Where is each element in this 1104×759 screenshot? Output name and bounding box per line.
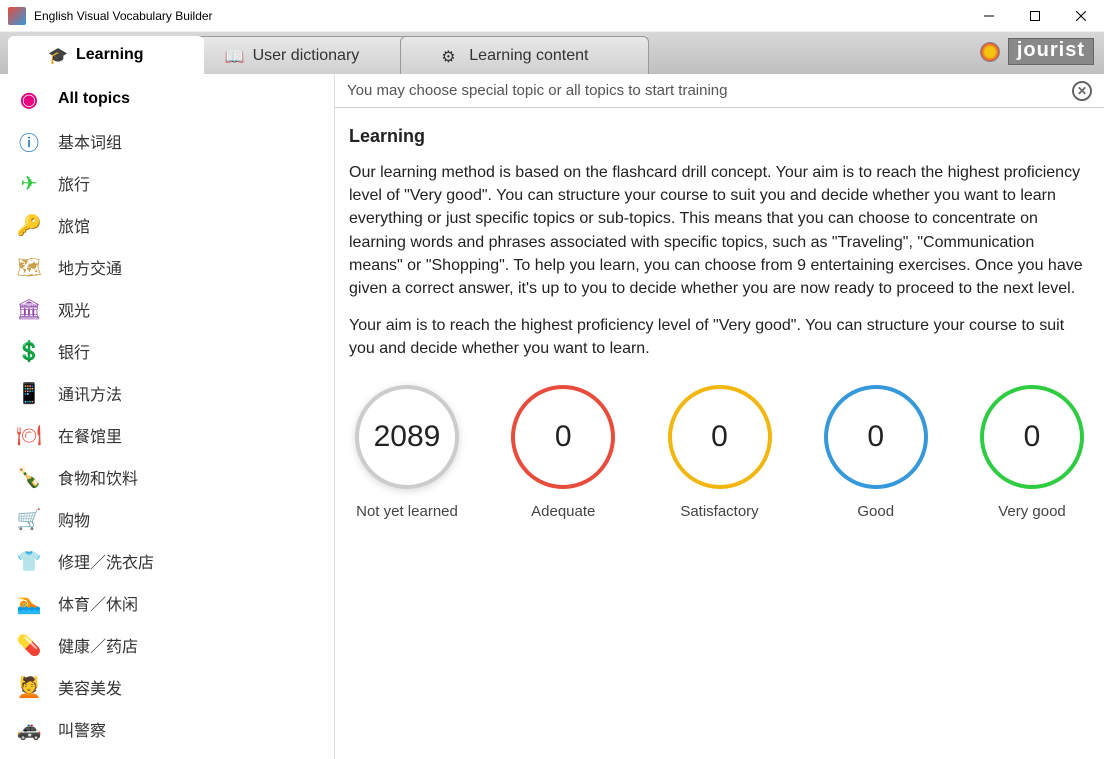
gear-icon: ⚙ [441,47,459,65]
stat-label: Satisfactory [680,503,758,520]
topic-icon: 🚓 [18,718,40,740]
sidebar-item-12[interactable]: 🏊 体育／休闲 [0,582,334,624]
topic-icon: 👕 [18,550,40,572]
window-title: English Visual Vocabulary Builder [34,9,966,23]
topic-icon: 🍽 [18,424,40,446]
app-icon [8,7,26,25]
stat-3: 0 Good [824,385,928,520]
notice-bar: You may choose special topic or all topi… [335,74,1104,108]
paragraph-1: Our learning method is based on the flas… [349,161,1090,300]
topic-icon: 🔑 [18,214,40,236]
sidebar-item-2[interactable]: ✈ 旅行 [0,162,334,204]
tab-learning[interactable]: 🎓 Learning [8,36,204,74]
sidebar-item-0[interactable]: ◉ All topics [0,78,334,120]
stat-circle: 0 [980,385,1084,489]
sidebar-item-label: 通讯方法 [58,381,122,405]
brand: jourist [980,38,1094,65]
close-button[interactable] [1058,0,1104,32]
topic-icon: ✈ [18,172,40,194]
stat-1: 0 Adequate [511,385,615,520]
topic-icon: 🛒 [18,508,40,530]
stat-circle: 0 [511,385,615,489]
topic-icon: 🍾 [18,466,40,488]
topic-icon: ⓘ [18,130,40,152]
page-heading: Learning [349,126,1090,147]
sidebar-item-label: 健康／药店 [58,633,138,657]
sidebar-item-label: 银行 [58,339,90,363]
sidebar-item-label: 在餐馆里 [58,423,122,447]
sidebar-item-1[interactable]: ⓘ 基本词组 [0,120,334,162]
content: ◉ All topics ⓘ 基本词组 ✈ 旅行 🔑 旅馆 🗺 地方交通 🏛 观光 💲 银行 📱 通讯方法 🍽 在… [0,74,1104,759]
stat-circle: 0 [668,385,772,489]
brand-name: jourist [1008,38,1094,65]
maximize-button[interactable] [1012,0,1058,32]
graduation-icon: 🎓 [48,46,66,64]
tab-label: Learning content [469,47,588,65]
stat-label: Not yet learned [356,503,458,520]
tab-content[interactable]: ⚙ Learning content [400,36,649,74]
sidebar-item-label: 旅行 [58,171,90,195]
sidebar-item-14[interactable]: 💆 美容美发 [0,666,334,708]
sidebar-item-label: 购物 [58,507,90,531]
stat-2: 0 Satisfactory [668,385,772,520]
tab-label: User dictionary [253,47,360,65]
notice-text: You may choose special topic or all topi… [347,82,1072,99]
sidebar-item-10[interactable]: 🛒 购物 [0,498,334,540]
sidebar-item-8[interactable]: 🍽 在餐馆里 [0,414,334,456]
stat-label: Very good [998,503,1066,520]
main: You may choose special topic or all topi… [335,74,1104,759]
stat-label: Good [857,503,894,520]
topic-icon: 🏊 [18,592,40,614]
tab-label: Learning [76,46,144,64]
sidebar-item-label: 地方交通 [58,255,122,279]
sidebar-item-label: 观光 [58,297,90,321]
sidebar-item-13[interactable]: 💊 健康／药店 [0,624,334,666]
sidebar-item-3[interactable]: 🔑 旅馆 [0,204,334,246]
stats-row: 2089 Not yet learned 0 Adequate 0 Satisfactor… [349,385,1090,520]
sidebar-item-label: 美容美发 [58,675,122,699]
sidebar-item-4[interactable]: 🗺 地方交通 [0,246,334,288]
stat-0: 2089 Not yet learned [355,385,459,520]
minimize-button[interactable] [966,0,1012,32]
sidebar-item-5[interactable]: 🏛 观光 [0,288,334,330]
tabbar: 🎓 Learning 📖 User dictionary ⚙ Learning … [0,32,1104,74]
titlebar: English Visual Vocabulary Builder [0,0,1104,32]
sidebar-item-label: 体育／休闲 [58,591,138,615]
book-icon: 📖 [225,47,243,65]
paragraph-2: Your aim is to reach the highest profici… [349,314,1090,360]
topic-icon: 💲 [18,340,40,362]
sidebar-item-11[interactable]: 👕 修理／洗衣店 [0,540,334,582]
sidebar-item-9[interactable]: 🍾 食物和饮料 [0,456,334,498]
topic-icon: 💊 [18,634,40,656]
sidebar-item-label: 叫警察 [58,717,106,741]
sidebar-item-7[interactable]: 📱 通讯方法 [0,372,334,414]
notice-close-button[interactable]: ✕ [1072,81,1092,101]
stat-label: Adequate [531,503,595,520]
topic-icon: 💆 [18,676,40,698]
main-body: Learning Our learning method is based on… [335,108,1104,538]
sidebar-item-6[interactable]: 💲 银行 [0,330,334,372]
stat-4: 0 Very good [980,385,1084,520]
sidebar-item-label: All topics [58,90,130,108]
sidebar-item-label: 基本词组 [58,129,122,153]
sidebar: ◉ All topics ⓘ 基本词组 ✈ 旅行 🔑 旅馆 🗺 地方交通 🏛 观光 💲 银行 📱 通讯方法 🍽 在… [0,74,335,759]
topic-icon: 📱 [18,382,40,404]
tab-dictionary[interactable]: 📖 User dictionary [184,36,421,74]
brand-logo-icon [980,42,1000,62]
topic-icon: 🗺 [18,256,40,278]
topic-icon: ◉ [18,88,40,110]
stat-circle: 2089 [355,385,459,489]
sidebar-item-label: 旅馆 [58,213,90,237]
topic-icon: 🏛 [18,298,40,320]
sidebar-item-label: 食物和饮料 [58,465,138,489]
sidebar-item-15[interactable]: 🚓 叫警察 [0,708,334,750]
sidebar-item-label: 修理／洗衣店 [58,549,154,573]
stat-circle: 0 [824,385,928,489]
window-controls [966,0,1104,31]
